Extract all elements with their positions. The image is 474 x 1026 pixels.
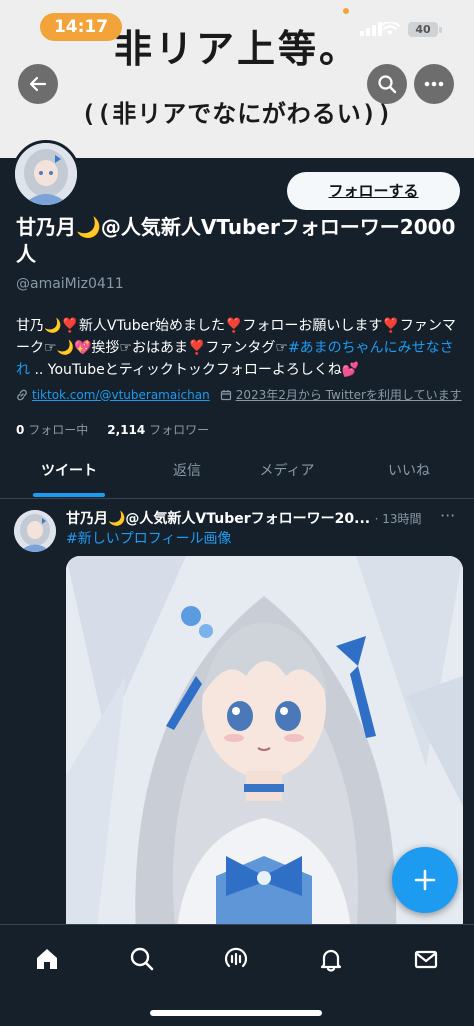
- avatar-illustration: [15, 143, 77, 205]
- back-button[interactable]: [18, 64, 58, 104]
- calendar-icon: [220, 389, 231, 400]
- following-link[interactable]: 0 フォロー中: [16, 423, 88, 437]
- profile-tabs: ツイート 返信 メディア いいね: [0, 452, 474, 498]
- tweet-author-name[interactable]: 甘乃月🌙@人気新人VTuberフォローワー20...: [66, 511, 370, 527]
- following-count: 0: [16, 423, 25, 437]
- follow-button-label: フォローする: [328, 182, 419, 200]
- nav-search[interactable]: [126, 943, 158, 975]
- spaces-icon: [224, 947, 248, 968]
- profile-display-name: 甘乃月🌙@人気新人VTuberフォローワー2000人: [16, 215, 456, 266]
- more-options-button[interactable]: [414, 64, 454, 104]
- home-icon: [37, 949, 57, 969]
- tab-likes[interactable]: いいね: [340, 452, 474, 498]
- profile-website-link[interactable]: tiktok.com/@vtuberamaichan: [32, 388, 210, 402]
- banner-text-sub: ((非リアでなにがわるい)): [81, 100, 393, 128]
- profile-handle: @amaiMiz0411: [16, 276, 124, 292]
- following-label: フォロー中: [28, 423, 89, 437]
- follow-button[interactable]: フォローする: [287, 172, 460, 210]
- battery-indicator: 40: [408, 22, 438, 37]
- tabs-divider: [0, 498, 474, 499]
- profile-joined-date: 2023年2月から Twitterを利用しています: [235, 388, 462, 402]
- nav-spaces[interactable]: [220, 943, 252, 975]
- nav-messages[interactable]: [410, 943, 442, 975]
- battery-tip: [439, 27, 442, 33]
- plus-icon: [414, 869, 436, 891]
- privacy-indicator-dot: [343, 8, 349, 14]
- search-button[interactable]: [367, 64, 407, 104]
- search-icon: [130, 947, 154, 971]
- tweet-timestamp: · 13時間: [374, 512, 422, 526]
- link-icon: [17, 389, 27, 400]
- follow-counts: 0 フォロー中 2,114 フォロワー: [16, 421, 209, 438]
- profile-avatar[interactable]: [12, 140, 80, 208]
- arrow-left-icon: [29, 76, 47, 92]
- search-icon: [378, 75, 397, 94]
- tweet-avatar-illustration: [14, 510, 56, 552]
- home-indicator[interactable]: [150, 1010, 322, 1016]
- status-time: 14:17: [40, 13, 122, 41]
- nav-home[interactable]: [31, 943, 63, 975]
- tweet-hashtag-link[interactable]: #新しいプロフィール画像: [66, 528, 231, 548]
- bio-text-end: .. YouTubeとティックトックフォローよろしくね💕: [30, 362, 360, 378]
- compose-tweet-button[interactable]: [392, 847, 458, 913]
- nav-notifications[interactable]: [315, 943, 347, 975]
- tweet-avatar[interactable]: [14, 510, 56, 552]
- followers-count: 2,114: [107, 423, 146, 437]
- active-tab-indicator: [33, 493, 105, 497]
- messages-icon: [414, 950, 438, 969]
- notifications-icon: [320, 949, 342, 972]
- profile-meta: tiktok.com/@vtuberamaichan 2023年2月から Twi…: [16, 386, 462, 403]
- tab-media[interactable]: メディア: [218, 452, 356, 498]
- followers-label: フォロワー: [149, 423, 210, 437]
- wifi-icon: [380, 22, 400, 35]
- more-icon: [424, 81, 444, 87]
- tweet-more-icon[interactable]: ···: [440, 506, 455, 525]
- followers-link[interactable]: 2,114 フォロワー: [107, 423, 209, 437]
- profile-bio: 甘乃🌙❣️新人VTuber始めました❣️フォローお願いします❣️ファンマーク☞🌙…: [16, 315, 462, 381]
- tweet-header: 甘乃月🌙@人気新人VTuberフォローワー20... · 13時間: [66, 508, 462, 528]
- cellular-signal-icon: [360, 22, 382, 36]
